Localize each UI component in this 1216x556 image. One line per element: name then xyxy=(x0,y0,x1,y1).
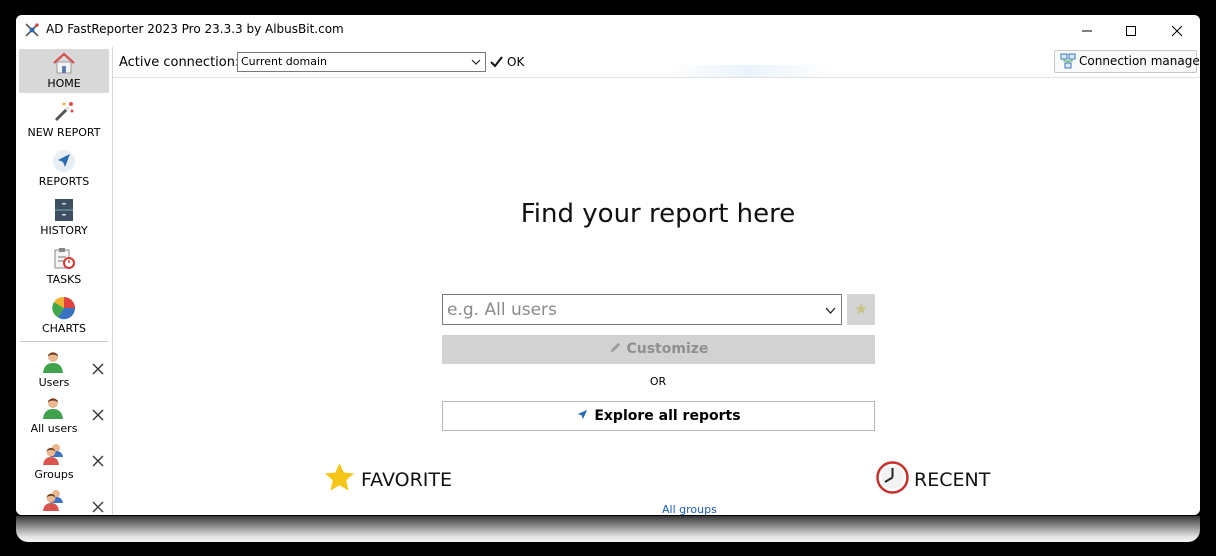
close-icon[interactable] xyxy=(92,409,104,421)
close-icon[interactable] xyxy=(92,363,104,375)
recent-report-all-users[interactable]: All users xyxy=(16,397,112,443)
app-logo-icon xyxy=(25,23,39,37)
favorite-report-link[interactable]: All groups xyxy=(662,503,717,515)
group-icon xyxy=(43,490,63,511)
nav-new-report-label: NEW REPORT xyxy=(27,126,101,139)
close-button[interactable] xyxy=(1154,15,1200,47)
explore-label: Explore all reports xyxy=(594,408,741,424)
active-connection-label: Active connection: xyxy=(119,55,240,70)
checkmark-icon xyxy=(490,56,503,68)
connection-select-value: Current domain xyxy=(241,55,328,68)
connection-bar: Active connection: Current domain OK Con… xyxy=(113,47,1200,78)
chevron-down-icon xyxy=(471,59,481,65)
user-icon xyxy=(43,398,63,419)
chevron-down-icon[interactable] xyxy=(825,305,836,316)
maximize-icon xyxy=(1126,26,1136,36)
task-clipboard-icon xyxy=(54,248,75,269)
nav-history-label: HISTORY xyxy=(40,224,88,237)
recent-report-item[interactable] xyxy=(16,489,112,515)
network-icon xyxy=(1060,53,1076,69)
group-icon xyxy=(43,444,63,465)
recent-report-label: Users xyxy=(38,376,70,389)
sidebar-divider xyxy=(20,341,108,342)
nav-reports[interactable]: REPORTS xyxy=(19,147,109,191)
close-icon[interactable] xyxy=(92,455,104,467)
favorite-section-header: FAVORITE xyxy=(323,461,483,495)
close-icon[interactable] xyxy=(92,501,104,513)
window-title: AD FastReporter 2023 Pro 23.3.3 by Albus… xyxy=(46,22,344,36)
clock-icon xyxy=(876,461,909,494)
favorite-label: FAVORITE xyxy=(361,469,453,491)
recent-report-label: Groups xyxy=(34,468,74,481)
report-search-input[interactable] xyxy=(443,295,817,324)
customize-button[interactable]: Customize xyxy=(442,335,875,364)
minimize-button[interactable] xyxy=(1064,15,1110,47)
page-title: Find your report here xyxy=(520,199,796,229)
connection-manager-label: Connection manager xyxy=(1079,54,1200,68)
nav-tasks[interactable]: TASKS xyxy=(19,245,109,289)
maximize-button[interactable] xyxy=(1108,15,1154,47)
window-reflection xyxy=(16,516,1200,542)
star-icon xyxy=(855,303,867,315)
connection-status: OK xyxy=(507,55,525,69)
app-window: AD FastReporter 2023 Pro 23.3.3 by Albus… xyxy=(16,15,1200,515)
recent-report-groups[interactable]: Groups xyxy=(16,443,112,489)
nav-new-report[interactable]: NEW REPORT xyxy=(19,98,109,142)
or-separator: OR xyxy=(649,375,667,388)
report-search-combobox[interactable] xyxy=(442,294,842,325)
nav-charts-label: CHARTS xyxy=(41,322,87,335)
sidebar: HOME NEW REPORT REPORTS HISTORY TASKS CH… xyxy=(16,47,113,515)
loading-highlight xyxy=(666,65,832,77)
navigation-arrow-icon xyxy=(578,409,588,420)
nav-charts[interactable]: CHARTS xyxy=(19,294,109,338)
close-icon xyxy=(1171,25,1183,37)
pie-chart-icon xyxy=(52,296,76,320)
explore-all-reports-button[interactable]: Explore all reports xyxy=(442,401,875,431)
user-icon xyxy=(43,352,63,373)
recent-section-header: RECENT xyxy=(876,461,1016,495)
home-icon xyxy=(53,52,75,74)
nav-home-label: HOME xyxy=(47,77,81,90)
recent-report-users[interactable]: Users xyxy=(16,351,112,397)
magic-wand-icon xyxy=(54,102,74,122)
nav-reports-label: REPORTS xyxy=(38,175,90,188)
recent-label: RECENT xyxy=(914,469,991,491)
recent-report-label: All users xyxy=(30,422,78,435)
pencil-icon xyxy=(610,342,620,353)
customize-label: Customize xyxy=(626,341,709,357)
navigation-arrow-icon xyxy=(53,150,75,172)
minimize-icon xyxy=(1082,30,1092,32)
connection-manager-button[interactable]: Connection manager xyxy=(1054,50,1200,73)
nav-home[interactable]: HOME xyxy=(19,49,109,93)
title-bar[interactable]: AD FastReporter 2023 Pro 23.3.3 by Albus… xyxy=(16,15,1200,47)
cabinet-icon xyxy=(55,199,73,221)
nav-tasks-label: TASKS xyxy=(46,273,82,286)
favorite-toggle-button[interactable] xyxy=(847,294,875,325)
connection-select[interactable]: Current domain xyxy=(237,52,486,72)
star-icon xyxy=(324,463,355,491)
nav-history[interactable]: HISTORY xyxy=(19,196,109,240)
